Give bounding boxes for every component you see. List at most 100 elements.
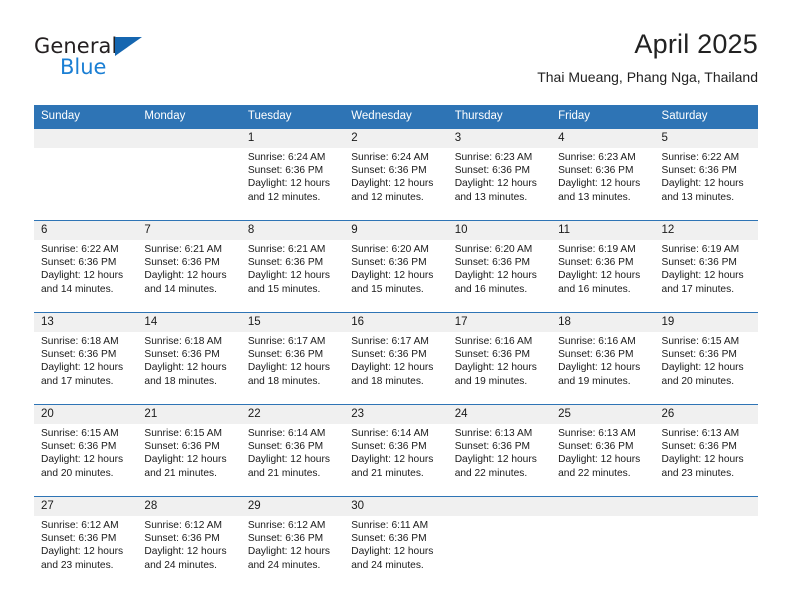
day-cell-inner: 9 Sunrise: 6:20 AM Sunset: 6:36 PM Daylight… (344, 221, 448, 312)
daylight-text-line1: Daylight: 12 hours (454, 454, 537, 466)
calendar-day-cell[interactable]: 9 Sunrise: 6:20 AM Sunset: 6:36 PM Daylight… (344, 220, 448, 313)
triangle-icon (115, 37, 142, 56)
calendar-day-cell[interactable]: 30 Sunrise: 6:11 AM Sunset: 6:36 PM Dayligh… (344, 496, 448, 588)
calendar-day-cell[interactable]: 4 Sunrise: 6:23 AM Sunset: 6:36 PM Daylight… (551, 128, 655, 221)
calendar-day-cell[interactable]: 8 Sunrise: 6:21 AM Sunset: 6:36 PM Daylight… (240, 220, 345, 313)
day-number: 7 (137, 221, 241, 240)
weekday-header-saturday: Saturday (654, 105, 758, 129)
calendar-day-cell[interactable]: 11 Sunrise: 6:19 AM Sunset: 6:36 PM Dayligh… (551, 220, 655, 313)
daylight-text-line1: Daylight: 12 hours (661, 454, 744, 466)
calendar-day-cell[interactable]: 22 Sunrise: 6:14 AM Sunset: 6:36 PM Dayligh… (240, 404, 345, 497)
day-details: Sunrise: 6:22 AM Sunset: 6:36 PM Daylight:… (655, 148, 758, 204)
daylight-text-line1: Daylight: 12 hours (351, 178, 434, 190)
sunset-text: Sunset: 6:36 PM (247, 441, 324, 453)
day-number: 21 (137, 405, 241, 424)
day-details: Sunrise: 6:16 AM Sunset: 6:36 PM Daylight:… (551, 332, 654, 388)
daylight-text-line2: and 21 minutes. (247, 467, 321, 479)
calendar-day-cell[interactable]: 27 Sunrise: 6:12 AM Sunset: 6:36 PM Dayligh… (34, 496, 138, 588)
day-number: 16 (344, 313, 448, 332)
sunset-text: Sunset: 6:36 PM (661, 257, 737, 269)
day-cell-inner: 17 Sunrise: 6:16 AM Sunset: 6:36 PM Dayligh… (447, 313, 552, 404)
day-details: Sunrise: 6:23 AM Sunset: 6:36 PM Daylight:… (551, 148, 654, 204)
sunrise-text: Sunrise: 6:13 AM (558, 428, 636, 439)
weekday-header-wednesday: Wednesday (344, 105, 448, 129)
day-details: Sunrise: 6:17 AM Sunset: 6:36 PM Daylight:… (241, 332, 344, 388)
day-details: Sunrise: 6:11 AM Sunset: 6:36 PM Daylight:… (344, 516, 447, 572)
calendar-day-cell[interactable]: 29 Sunrise: 6:12 AM Sunset: 6:36 PM Dayligh… (240, 496, 345, 588)
calendar-day-cell[interactable]: 19 Sunrise: 6:15 AM Sunset: 6:36 PM Dayligh… (654, 312, 758, 405)
day-number: 10 (447, 221, 552, 240)
calendar-day-cell[interactable]: 7 Sunrise: 6:21 AM Sunset: 6:36 PM Daylight… (137, 220, 241, 313)
weekday-header-thursday: Thursday (447, 105, 552, 129)
daylight-text-line1: Daylight: 12 hours (558, 178, 641, 190)
calendar-day-cell[interactable]: 3 Sunrise: 6:23 AM Sunset: 6:36 PM Daylight… (447, 128, 552, 221)
calendar-day-cell[interactable]: 13 Sunrise: 6:18 AM Sunset: 6:36 PM Dayligh… (34, 312, 138, 405)
calendar-day-cell[interactable]: 2 Sunrise: 6:24 AM Sunset: 6:36 PM Daylight… (344, 128, 448, 221)
sunset-text: Sunset: 6:36 PM (247, 349, 324, 361)
calendar-day-cell[interactable]: 16 Sunrise: 6:17 AM Sunset: 6:36 PM Dayligh… (344, 312, 448, 405)
sunrise-text: Sunrise: 6:14 AM (351, 428, 429, 439)
daylight-text-line1: Daylight: 12 hours (454, 362, 537, 374)
daylight-text-line1: Daylight: 12 hours (247, 546, 330, 558)
daylight-text-line2: and 17 minutes. (41, 375, 114, 387)
day-details: Sunrise: 6:21 AM Sunset: 6:36 PM Daylight:… (241, 240, 344, 296)
daylight-text-line2: and 12 minutes. (351, 191, 424, 203)
generalblue-logo[interactable]: General Blue (34, 34, 234, 90)
calendar-day-cell[interactable]: 24 Sunrise: 6:13 AM Sunset: 6:36 PM Dayligh… (447, 404, 552, 497)
day-number: 23 (344, 405, 448, 424)
calendar-day-cell[interactable]: 26 Sunrise: 6:13 AM Sunset: 6:36 PM Dayligh… (654, 404, 758, 497)
daylight-text-line1: Daylight: 12 hours (144, 270, 227, 282)
weekday-header-tuesday: Tuesday (240, 105, 345, 129)
weekday-header-friday: Friday (551, 105, 655, 129)
day-cell-inner: 26 Sunrise: 6:13 AM Sunset: 6:36 PM Dayligh… (654, 405, 758, 496)
calendar-day-cell[interactable]: 23 Sunrise: 6:14 AM Sunset: 6:36 PM Dayligh… (344, 404, 448, 497)
sunset-text: Sunset: 6:36 PM (558, 257, 634, 269)
weekday-header-row: Sunday Monday Tuesday Wednesday Thursday… (34, 105, 758, 129)
sunrise-text: Sunrise: 6:12 AM (41, 520, 119, 531)
daylight-text-line2: and 14 minutes. (144, 283, 217, 295)
sunrise-text: Sunrise: 6:24 AM (351, 152, 429, 163)
day-cell-inner: 21 Sunrise: 6:15 AM Sunset: 6:36 PM Dayligh… (137, 405, 241, 496)
calendar-day-cell[interactable]: 17 Sunrise: 6:16 AM Sunset: 6:36 PM Dayligh… (447, 312, 552, 405)
daylight-text-line1: Daylight: 12 hours (661, 270, 744, 282)
calendar-day-cell[interactable]: 12 Sunrise: 6:19 AM Sunset: 6:36 PM Dayligh… (654, 220, 758, 313)
calendar-day-cell[interactable]: 18 Sunrise: 6:16 AM Sunset: 6:36 PM Dayligh… (551, 312, 655, 405)
day-details: Sunrise: 6:15 AM Sunset: 6:36 PM Daylight:… (34, 424, 137, 480)
sunset-text: Sunset: 6:36 PM (661, 441, 737, 453)
sunrise-text: Sunrise: 6:22 AM (41, 244, 119, 255)
day-number: 12 (654, 221, 758, 240)
daylight-text-line2: and 20 minutes. (661, 375, 735, 387)
day-number: 2 (344, 129, 448, 148)
day-cell-inner: 22 Sunrise: 6:14 AM Sunset: 6:36 PM Dayligh… (240, 405, 345, 496)
calendar-day-cell[interactable]: 10 Sunrise: 6:20 AM Sunset: 6:36 PM Dayligh… (447, 220, 552, 313)
daylight-text-line2: and 18 minutes. (144, 375, 217, 387)
sunset-text: Sunset: 6:36 PM (144, 533, 220, 545)
calendar-day-cell[interactable]: 14 Sunrise: 6:18 AM Sunset: 6:36 PM Dayligh… (137, 312, 241, 405)
day-cell-inner: 25 Sunrise: 6:13 AM Sunset: 6:36 PM Dayligh… (551, 405, 655, 496)
day-cell-inner: 23 Sunrise: 6:14 AM Sunset: 6:36 PM Dayligh… (344, 405, 448, 496)
calendar-day-cell[interactable]: 28 Sunrise: 6:12 AM Sunset: 6:36 PM Dayligh… (137, 496, 241, 588)
calendar-day-cell[interactable]: 1 Sunrise: 6:24 AM Sunset: 6:36 PM Daylight… (240, 128, 345, 221)
calendar-day-cell[interactable]: 20 Sunrise: 6:15 AM Sunset: 6:36 PM Dayligh… (34, 404, 138, 497)
day-cell-inner: 14 Sunrise: 6:18 AM Sunset: 6:36 PM Dayligh… (137, 313, 241, 404)
calendar-day-cell[interactable]: 25 Sunrise: 6:13 AM Sunset: 6:36 PM Dayligh… (551, 404, 655, 497)
calendar-day-cell[interactable]: 5 Sunrise: 6:22 AM Sunset: 6:36 PM Daylight… (654, 128, 758, 221)
sunset-text: Sunset: 6:36 PM (41, 257, 117, 269)
day-details: Sunrise: 6:24 AM Sunset: 6:36 PM Daylight:… (344, 148, 447, 204)
day-number: 8 (240, 221, 345, 240)
day-number: 22 (240, 405, 345, 424)
day-details: Sunrise: 6:12 AM Sunset: 6:36 PM Daylight:… (137, 516, 240, 572)
day-cell-inner (34, 129, 138, 220)
sunrise-text: Sunrise: 6:23 AM (454, 152, 533, 163)
day-cell-inner (447, 497, 552, 588)
day-details: Sunrise: 6:19 AM Sunset: 6:36 PM Daylight:… (551, 240, 654, 296)
logo-text-blue: Blue (60, 55, 107, 79)
calendar-day-cell[interactable]: 21 Sunrise: 6:15 AM Sunset: 6:36 PM Dayligh… (137, 404, 241, 497)
day-number: 28 (137, 497, 241, 516)
day-cell-inner: 11 Sunrise: 6:19 AM Sunset: 6:36 PM Dayligh… (551, 221, 655, 312)
calendar-day-cell[interactable]: 6 Sunrise: 6:22 AM Sunset: 6:36 PM Daylight… (34, 220, 138, 313)
calendar-body: 1 Sunrise: 6:24 AM Sunset: 6:36 PM Daylight… (34, 128, 758, 588)
daylight-text-line1: Daylight: 12 hours (41, 270, 124, 282)
calendar-day-cell[interactable]: 15 Sunrise: 6:17 AM Sunset: 6:36 PM Dayligh… (240, 312, 345, 405)
daylight-text-line1: Daylight: 12 hours (558, 454, 641, 466)
